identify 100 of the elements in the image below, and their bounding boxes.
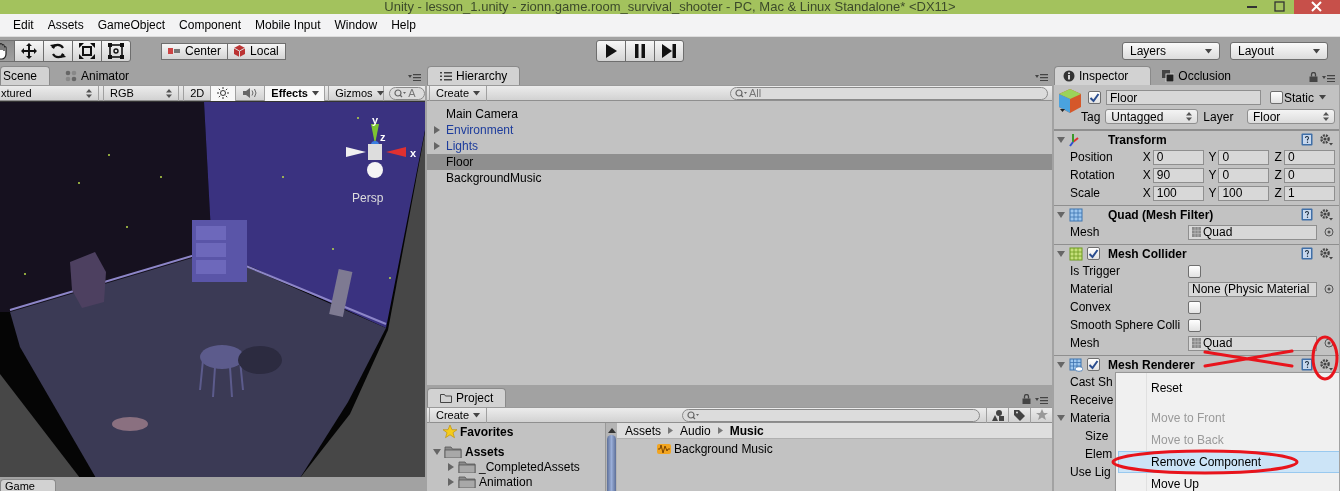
component-title: Mesh Collider — [1108, 246, 1187, 261]
menu-item[interactable]: Help — [384, 18, 423, 32]
audio-clip-icon — [657, 442, 671, 456]
tool-button[interactable] — [14, 40, 44, 62]
create-dropdown[interactable]: Create — [429, 407, 488, 423]
checkbox[interactable] — [1188, 264, 1201, 278]
hierarchy-item[interactable]: Environment — [427, 122, 1052, 138]
create-dropdown[interactable]: Create — [429, 85, 488, 101]
menu-item[interactable]: Mobile Input — [248, 18, 328, 32]
number-field[interactable]: 0 — [1152, 149, 1204, 165]
number-field[interactable]: 0 — [1284, 149, 1335, 165]
expand-arrow-icon[interactable] — [433, 126, 441, 134]
number-field[interactable]: 0 — [1218, 167, 1270, 183]
axis-label: z — [380, 131, 386, 143]
panel-tab[interactable]: Occlusion — [1153, 66, 1255, 85]
number-field[interactable]: 100 — [1218, 185, 1270, 201]
gizmos-dropdown[interactable]: Gizmos — [328, 85, 385, 101]
settings-icon[interactable] — [1319, 208, 1333, 221]
number-field[interactable]: 0 — [1284, 167, 1335, 183]
hierarchy-item[interactable]: Main Camera — [427, 106, 1052, 122]
mesh-filter-icon — [1069, 207, 1083, 222]
number-field[interactable]: 100 — [1152, 185, 1204, 201]
tag-dropdown[interactable]: Untagged — [1105, 109, 1199, 124]
hierarchy-item[interactable]: BackgroundMusic — [427, 170, 1052, 186]
object-field[interactable]: Quad — [1188, 335, 1317, 351]
hierarchy-item[interactable]: Lights — [427, 138, 1052, 154]
mesh-renderer-icon — [1069, 357, 1083, 372]
tool-button[interactable] — [72, 40, 102, 62]
name-field[interactable]: Floor — [1106, 90, 1261, 105]
object-picker-icon[interactable] — [1324, 227, 1334, 237]
tree-item[interactable]: Animation — [427, 474, 605, 489]
foldout-arrow-icon[interactable] — [1057, 249, 1065, 258]
play-button[interactable] — [595, 40, 626, 62]
dropdown[interactable]: Layout — [1230, 42, 1328, 60]
dropdown[interactable]: Layers — [1122, 42, 1220, 60]
search-field[interactable] — [682, 408, 980, 422]
pause-button[interactable] — [624, 40, 655, 62]
panel-tab[interactable]: Game — [0, 479, 56, 491]
expand-arrow-icon[interactable] — [433, 142, 441, 150]
panel-tab[interactable]: Hierarchy — [427, 66, 521, 85]
panel-tab[interactable]: Scene — [0, 66, 51, 85]
checkbox[interactable] — [1188, 300, 1201, 314]
object-field[interactable]: Quad — [1188, 224, 1317, 240]
render-mode-dropdown[interactable]: RGB — [102, 85, 180, 101]
active-checkbox[interactable] — [1088, 91, 1101, 104]
favorites-item[interactable]: Favorites — [427, 424, 605, 440]
settings-icon[interactable] — [1319, 247, 1333, 260]
draw-mode-dropdown[interactable]: xtured — [0, 85, 99, 101]
step-button[interactable] — [653, 40, 684, 62]
menu-item[interactable]: Reset — [1118, 377, 1339, 399]
tool-button[interactable] — [101, 40, 131, 62]
breadcrumb-item[interactable]: Music — [729, 423, 764, 438]
menu-item[interactable]: Component — [172, 18, 249, 32]
foldout-arrow-icon[interactable] — [1057, 210, 1065, 219]
menu-item[interactable]: Move Up — [1118, 473, 1339, 491]
axis-label: X — [1142, 168, 1152, 182]
foldout-arrow-icon[interactable] — [1057, 414, 1065, 422]
hierarchy-item[interactable]: Floor — [427, 154, 1052, 170]
help-icon — [1301, 208, 1313, 221]
menu-item[interactable]: Assets — [40, 18, 91, 32]
breadcrumb-item[interactable]: Audio — [680, 423, 711, 438]
tree-item[interactable]: _CompletedAssets — [427, 459, 605, 474]
layer-dropdown[interactable]: Floor — [1247, 109, 1335, 124]
lock-icon[interactable] — [1022, 394, 1031, 404]
breadcrumb-item[interactable]: Assets — [625, 423, 661, 438]
effects-toggle[interactable]: Effects — [265, 85, 326, 101]
panel-tab[interactable]: Inspector — [1054, 66, 1152, 85]
static-checkbox[interactable] — [1270, 91, 1283, 104]
scroll-up-arrow-icon[interactable] — [607, 427, 616, 433]
number-field[interactable]: 1 — [1284, 185, 1335, 201]
field-label: Cast Sh — [1070, 375, 1113, 389]
tree-item[interactable]: Assets — [427, 444, 605, 459]
close-icon[interactable] — [1294, 0, 1340, 14]
menu-item[interactable]: Edit — [6, 18, 41, 32]
settings-icon[interactable] — [1319, 133, 1333, 146]
lock-icon[interactable] — [1309, 72, 1318, 82]
axis-label: y — [372, 114, 379, 126]
foldout-arrow-icon[interactable] — [1057, 135, 1065, 144]
menu-item[interactable]: GameObject — [90, 18, 173, 32]
panel-tab[interactable]: Animator — [52, 66, 143, 85]
number-field[interactable]: 90 — [1152, 167, 1204, 183]
checkbox[interactable] — [1188, 318, 1201, 332]
pivot-toggle[interactable]: Center — [161, 42, 229, 60]
enabled-checkbox[interactable] — [1087, 358, 1100, 371]
panel-tab[interactable]: Project — [427, 388, 507, 407]
foldout-arrow-icon[interactable] — [1057, 360, 1065, 369]
number-field[interactable]: 0 — [1218, 149, 1270, 165]
enabled-checkbox[interactable] — [1087, 247, 1100, 260]
settings-icon[interactable] — [1319, 358, 1333, 371]
dropdown-arrows-icon — [85, 88, 92, 98]
rotation-toggle[interactable]: Local — [227, 42, 286, 60]
object-field[interactable]: None (Physic Material — [1188, 281, 1317, 297]
tool-button[interactable] — [43, 40, 73, 62]
menu-item[interactable]: Window — [327, 18, 385, 32]
window-title: Unity - lesson_1.unity - zionn.game.room_survival_shooter - PC, Mac & Linux Standalone* <DX11> — [384, 0, 956, 14]
lighting-toggle[interactable] — [211, 85, 237, 101]
scrollbar[interactable] — [605, 423, 617, 491]
asset-item[interactable]: Background Music — [617, 439, 1052, 456]
object-picker-icon[interactable] — [1324, 338, 1334, 348]
object-picker-icon[interactable] — [1324, 284, 1334, 294]
